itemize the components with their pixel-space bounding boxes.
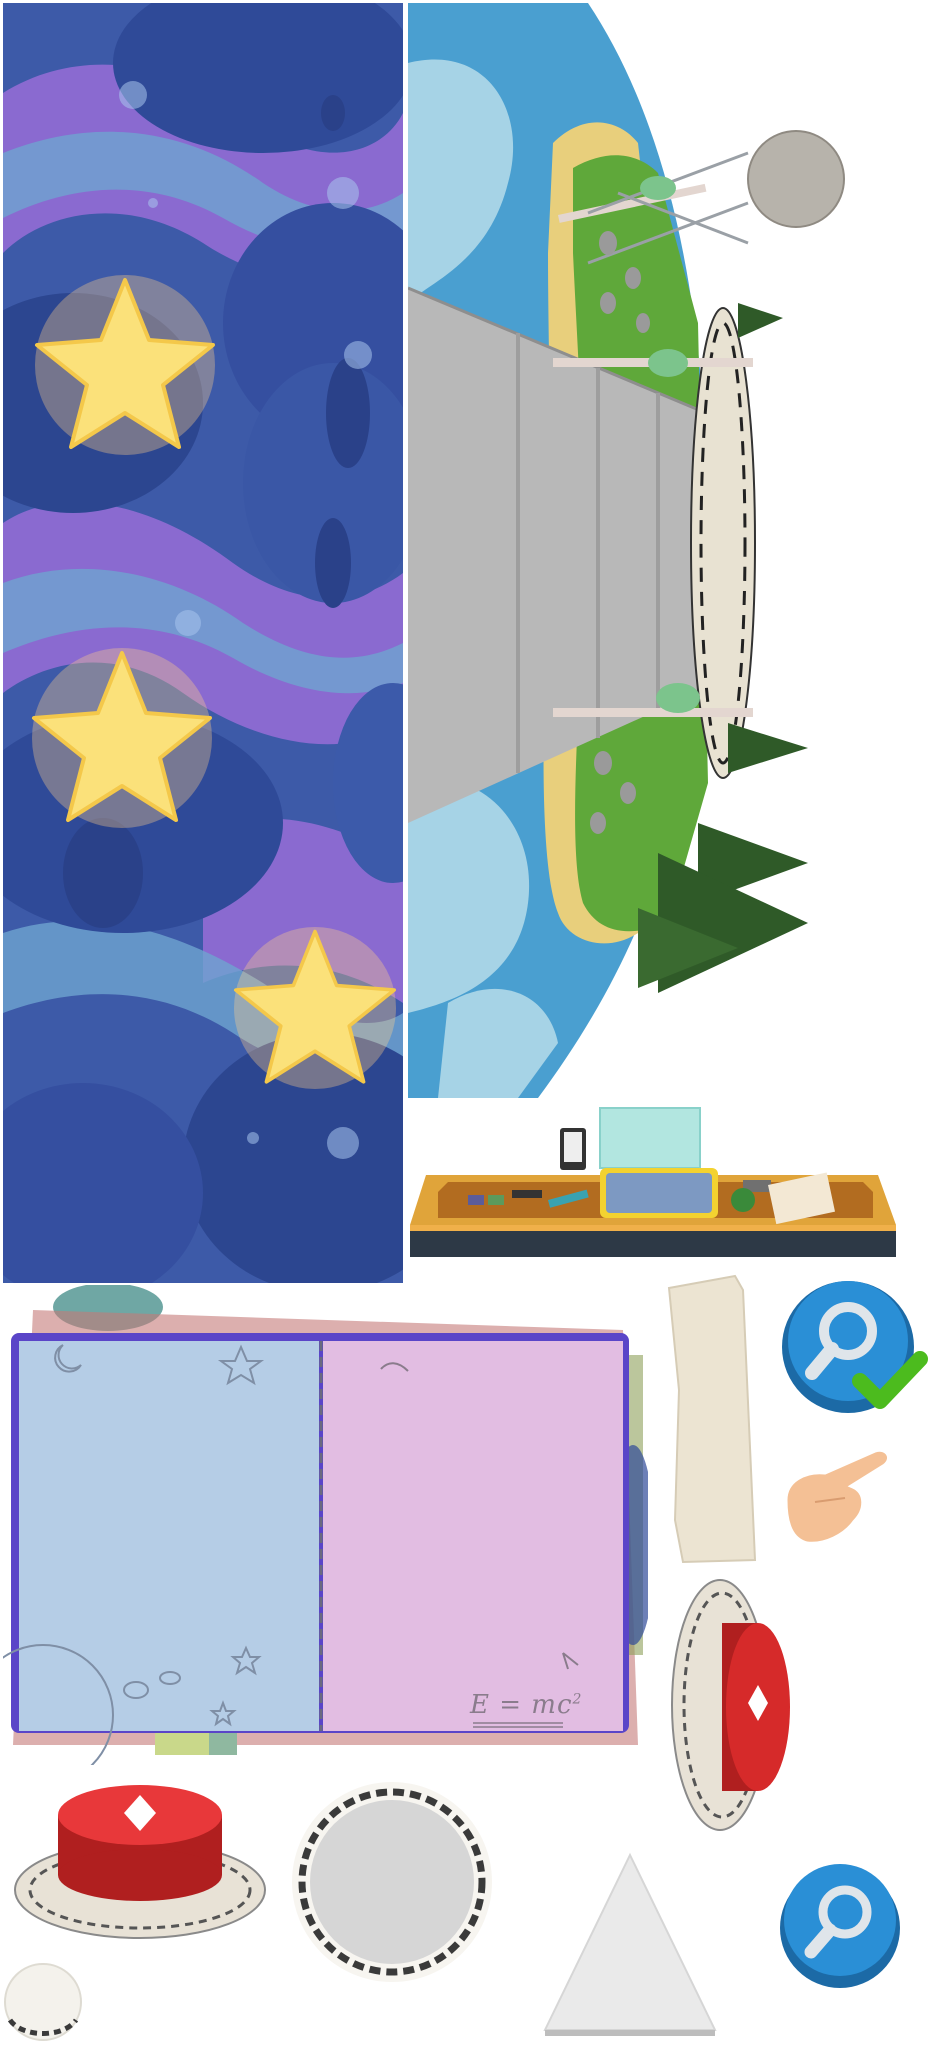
paper-triangle	[540, 1850, 720, 2045]
launch-button-side[interactable]	[660, 1575, 810, 1835]
star-2	[22, 638, 222, 838]
search-button[interactable]	[775, 1858, 905, 1988]
pad-fragment	[2, 1958, 84, 2043]
island-launch-scene	[408, 3, 933, 1098]
formula-exponent: 2	[572, 1691, 583, 1708]
star-1	[25, 265, 225, 465]
launch-pad-disc	[290, 1780, 495, 1985]
pointing-hand	[775, 1440, 900, 1555]
star-3	[225, 918, 405, 1098]
search-button-checked[interactable]	[780, 1275, 930, 1425]
launch-button-front[interactable]	[10, 1775, 270, 1945]
paper-strip	[665, 1270, 760, 1565]
notebook-formula: E = mc2	[470, 1690, 590, 1726]
control-desk	[408, 1100, 896, 1262]
formula-base: E = mc	[470, 1690, 573, 1720]
